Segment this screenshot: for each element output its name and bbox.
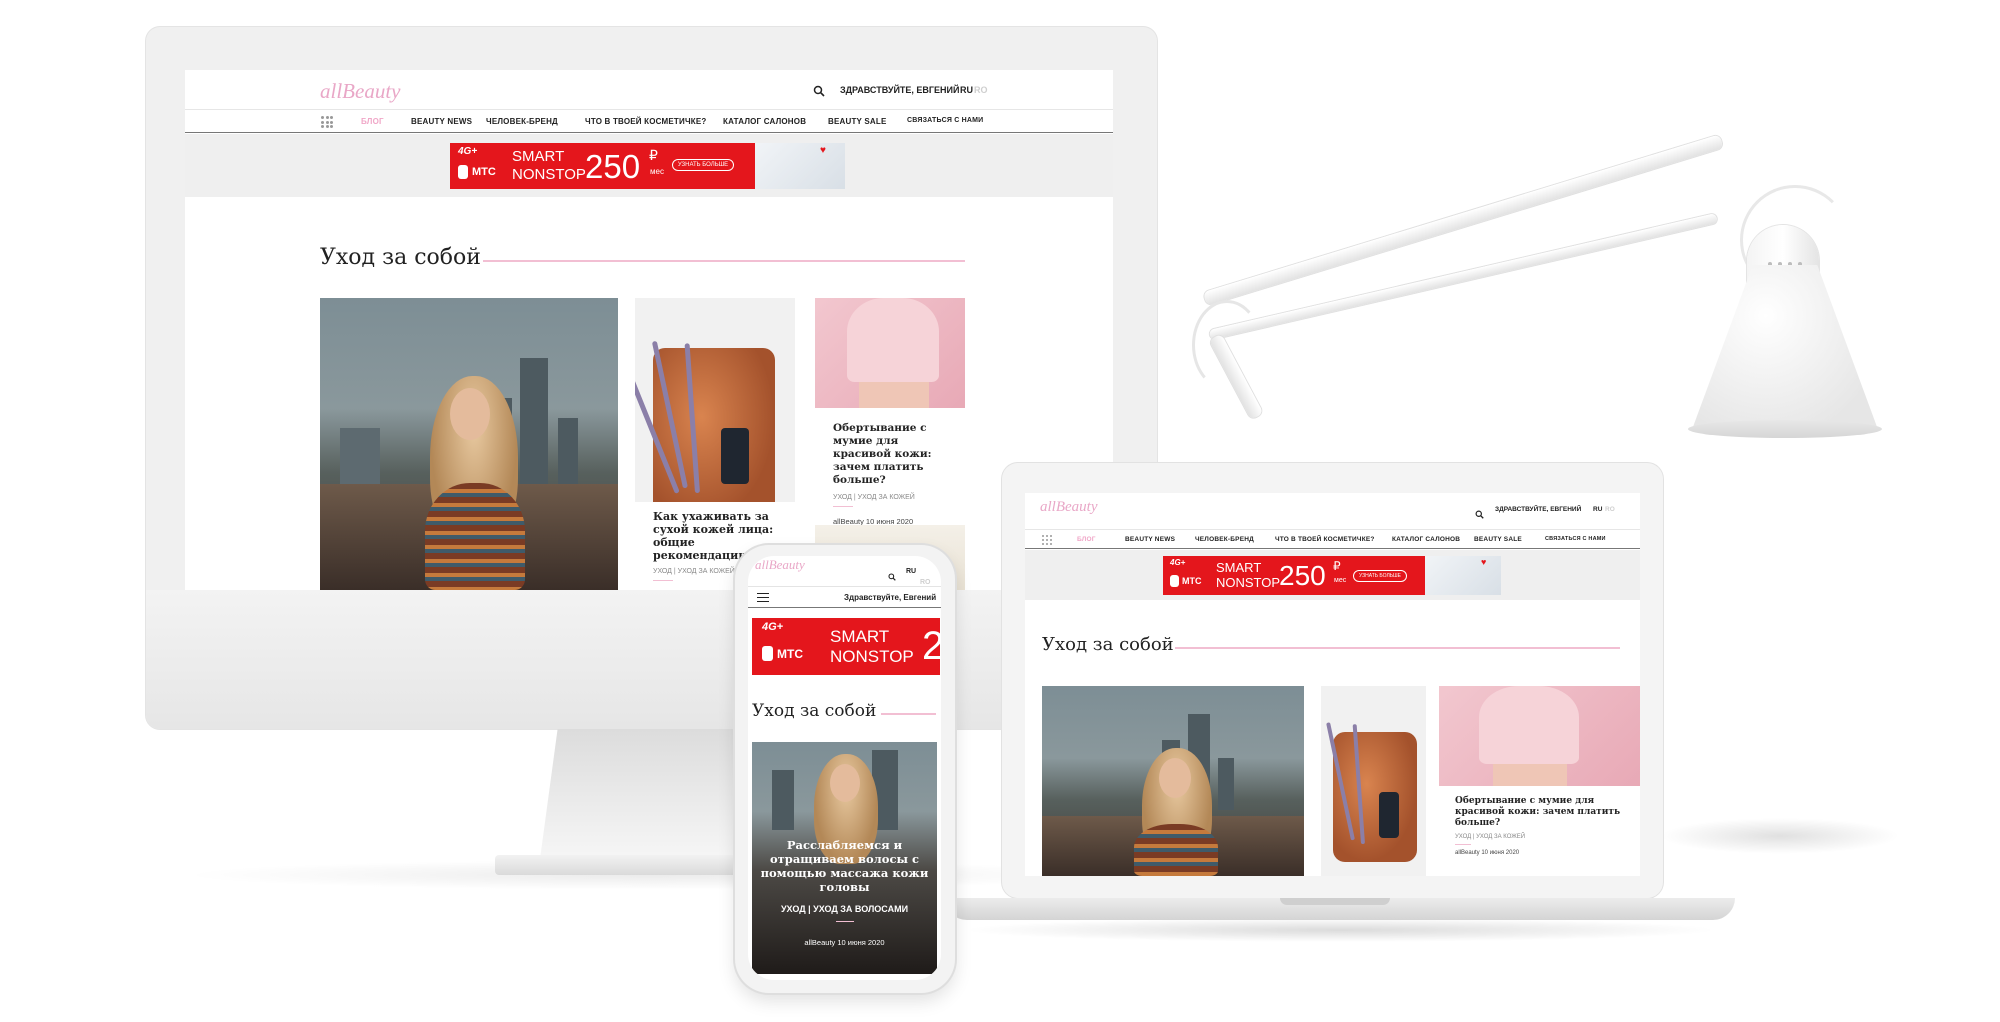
section-rule xyxy=(1175,647,1620,649)
mts-ad-banner[interactable]: 4G+ МТС SMART NONSTOP 250 ₽ мес УЗНАТЬ Б… xyxy=(1163,556,1501,595)
search-icon[interactable] xyxy=(1475,506,1484,519)
user-greeting[interactable]: ЗДРАВСТВУЙТЕ, ЕВГЕНИЙ xyxy=(1495,506,1581,513)
lang-ro[interactable]: RO xyxy=(974,85,988,95)
mts-logo: МТС xyxy=(777,647,803,661)
nav-cosmetics[interactable]: ЧТО В ТВОЕЙ КОСМЕТИЧКЕ? xyxy=(1275,536,1375,543)
nav-cosmetics[interactable]: ЧТО В ТВОЕЙ КОСМЕТИЧКЕ? xyxy=(585,117,707,126)
nav-beauty-sale[interactable]: BEAUTY SALE xyxy=(828,117,887,126)
lang-ru[interactable]: RU xyxy=(1593,506,1602,513)
desktop-site: allBeauty ЗДРАВСТВУЙТЕ, ЕВГЕНИЙ RU RO БЛ… xyxy=(185,70,1113,590)
article-photo-pink[interactable] xyxy=(1439,686,1640,786)
lang-ru[interactable]: RU xyxy=(906,568,916,575)
section-title: Уход за собой xyxy=(752,701,877,721)
mobile-nav-rule xyxy=(748,607,941,608)
nav-contact[interactable]: СВЯЗАТЬСЯ С НАМИ xyxy=(907,117,983,124)
section-title: Уход за собой xyxy=(1042,634,1174,655)
device-mockup-scene: allBeauty ЗДРАВСТВУЙТЕ, ЕВГЕНИЙ RU RO БЛ… xyxy=(0,0,2000,1022)
site-logo[interactable]: allBeauty xyxy=(320,79,400,104)
article-photo-girl[interactable] xyxy=(1042,686,1304,876)
lang-ru[interactable]: RU xyxy=(960,85,973,95)
laptop-notch xyxy=(1280,898,1390,905)
nav-blog[interactable]: БЛОГ xyxy=(361,117,384,126)
mts-ad-banner[interactable]: 4G+ МТС SMART NONSTOP 250 ₽ мес УЗНАТЬ Б… xyxy=(450,143,845,189)
article-photo-lavender[interactable] xyxy=(635,298,795,532)
mts-ad-banner[interactable]: 4G+ МТС SMART NONSTOP 2 xyxy=(752,618,940,675)
nav-person-brand[interactable]: ЧЕЛОВЕК-БРЕНД xyxy=(486,117,558,126)
mobile-site: allBeauty RU RO Здравствуйте, Евгений 4G… xyxy=(748,556,941,980)
user-greeting[interactable]: Здравствуйте, Евгений xyxy=(844,593,936,602)
section-rule xyxy=(483,260,965,262)
article-photo-lavender[interactable] xyxy=(1321,686,1426,876)
ad-strip: 4G+ МТС SMART NONSTOP 250 ₽ мес УЗНАТЬ Б… xyxy=(1025,550,1640,600)
lang-ro[interactable]: RO xyxy=(920,579,931,586)
nav-beauty-news[interactable]: BEAUTY NEWS xyxy=(1125,536,1175,543)
nav-person-brand[interactable]: ЧЕЛОВЕК-БРЕНД xyxy=(1195,536,1254,543)
grid-menu-icon[interactable] xyxy=(321,116,333,128)
imac-stand xyxy=(540,729,760,859)
hero-caption: Расслабляемся и отращиваем волосы с помо… xyxy=(760,838,929,947)
heart-icon: ♥ xyxy=(820,145,826,156)
article-card-mumie[interactable]: Обертывание с мумие для красивой кожи: з… xyxy=(1439,786,1640,876)
nav-beauty-sale[interactable]: BEAUTY SALE xyxy=(1474,536,1522,543)
heart-icon: ♥ xyxy=(1481,557,1487,567)
mobile-header-rule xyxy=(748,586,941,587)
site-logo[interactable]: allBeauty xyxy=(755,557,805,573)
section-rule xyxy=(881,713,936,715)
search-icon[interactable] xyxy=(888,568,896,581)
main-nav: БЛОГ BEAUTY NEWS ЧЕЛОВЕК-БРЕНД ЧТО В ТВО… xyxy=(1025,529,1640,549)
article-card-mumie[interactable]: Обертывание с мумие для красивой кожи: з… xyxy=(815,408,965,526)
hamburger-menu-icon[interactable] xyxy=(757,593,769,602)
grid-menu-icon[interactable] xyxy=(1042,535,1052,545)
mts-logo: МТС xyxy=(472,166,496,178)
nav-salons[interactable]: КАТАЛОГ САЛОНОВ xyxy=(1392,536,1460,543)
laptop-site: allBeauty ЗДРАВСТВУЙТЕ, ЕВГЕНИЙ RU RO БЛ… xyxy=(1025,493,1640,876)
lamp-shadow xyxy=(1660,818,1900,854)
article-photo-pink[interactable] xyxy=(815,298,965,408)
nav-contact[interactable]: СВЯЗАТЬСЯ С НАМИ xyxy=(1545,536,1606,542)
article-hero-hair[interactable]: Расслабляемся и отращиваем волосы с помо… xyxy=(752,742,937,974)
ad-strip: 4G+ МТС SMART NONSTOP 250 ₽ мес УЗНАТЬ Б… xyxy=(185,134,1113,197)
site-logo[interactable]: allBeauty xyxy=(1040,499,1097,516)
nav-salons[interactable]: КАТАЛОГ САЛОНОВ xyxy=(723,117,806,126)
laptop-shadow xyxy=(960,918,1720,942)
mts-logo: МТС xyxy=(1182,576,1202,586)
main-nav: БЛОГ BEAUTY NEWS ЧЕЛОВЕК-БРЕНД ЧТО В ТВО… xyxy=(185,109,1113,133)
lang-ro[interactable]: RO xyxy=(1605,506,1615,513)
search-icon[interactable] xyxy=(813,84,825,97)
nav-blog[interactable]: БЛОГ xyxy=(1077,536,1096,543)
user-greeting[interactable]: ЗДРАВСТВУЙТЕ, ЕВГЕНИЙ xyxy=(840,85,959,95)
section-title: Уход за собой xyxy=(320,245,481,270)
article-photo-girl[interactable] xyxy=(320,298,618,590)
nav-beauty-news[interactable]: BEAUTY NEWS xyxy=(411,117,472,126)
